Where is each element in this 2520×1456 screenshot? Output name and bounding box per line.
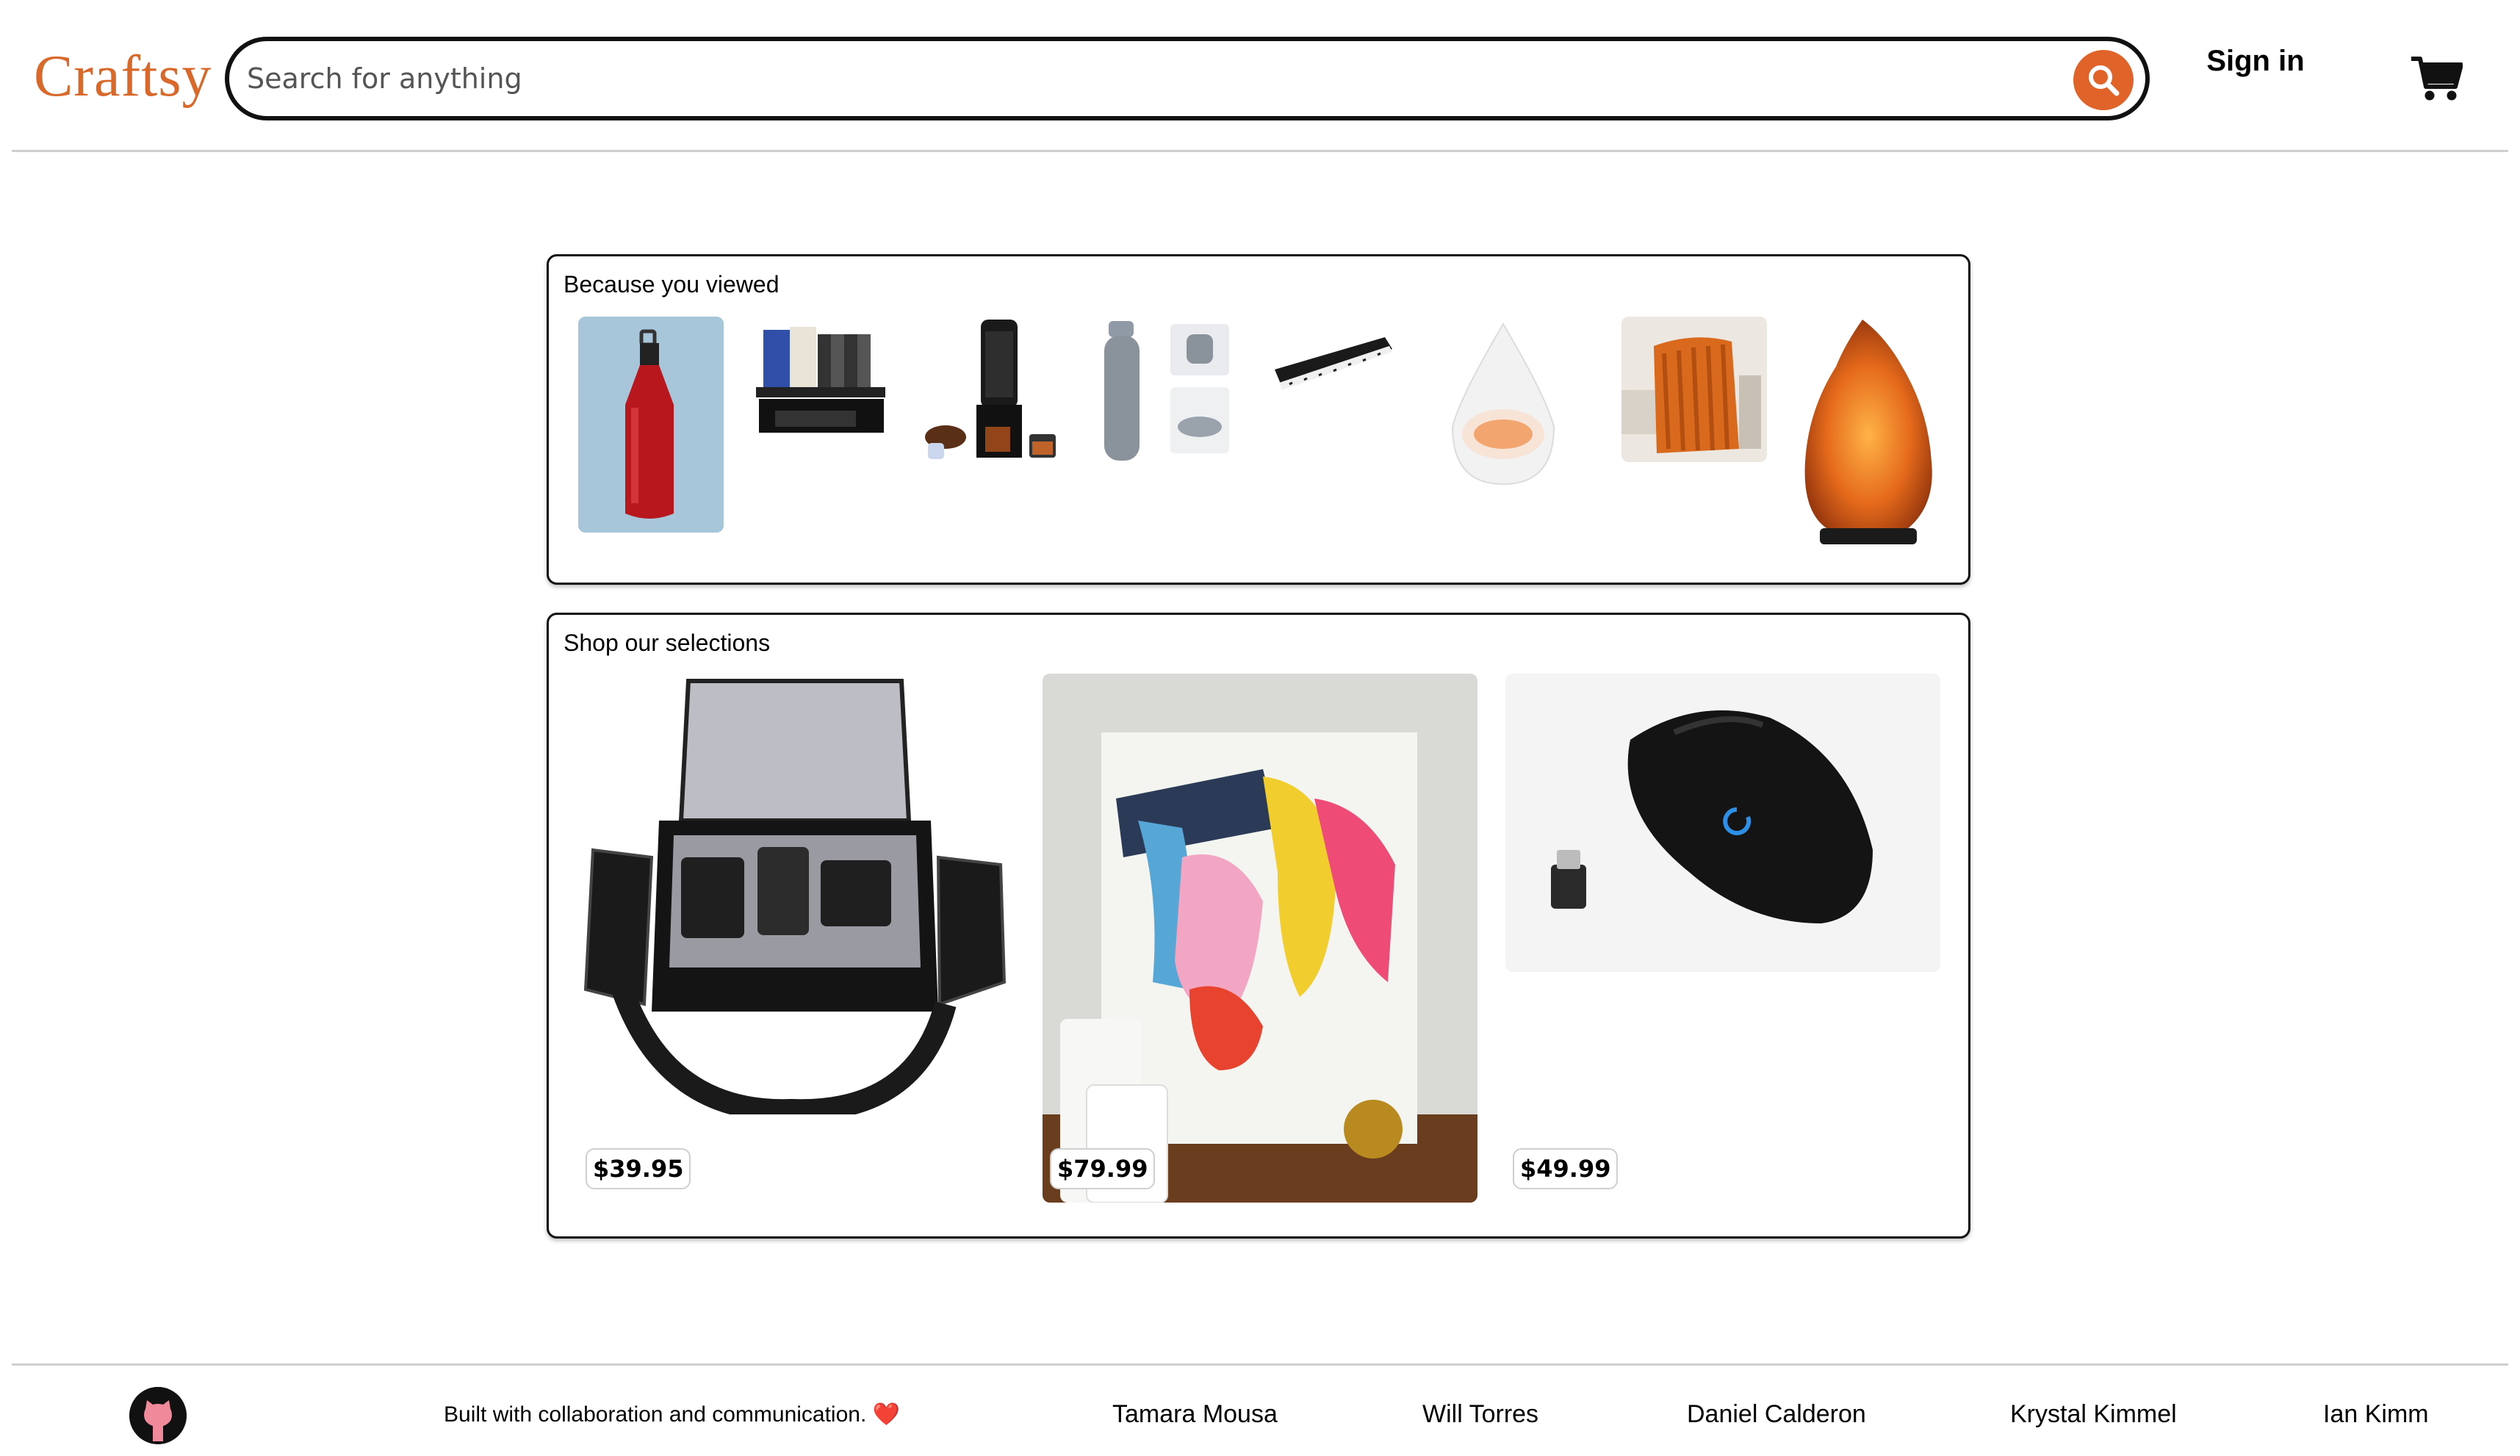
abstract-painting-image bbox=[1043, 674, 1477, 1203]
salt-lamp-image bbox=[1804, 320, 1932, 544]
footer-tagline: Built with collaboration and communicati… bbox=[444, 1402, 900, 1427]
search-input[interactable] bbox=[247, 41, 2040, 116]
gaming-mouse-image bbox=[1505, 674, 1940, 972]
search-bar bbox=[225, 37, 2150, 120]
price-tag: $79.99 bbox=[1050, 1148, 1156, 1189]
search-button[interactable] bbox=[2073, 50, 2134, 110]
price-tag: $39.95 bbox=[586, 1148, 691, 1189]
recent-item-desk-organizer[interactable] bbox=[749, 317, 894, 459]
cart-button[interactable] bbox=[2410, 54, 2463, 103]
camera-bag-image bbox=[583, 679, 1007, 1122]
selection-item-abstract-painting[interactable]: $79.99 bbox=[1043, 674, 1477, 1203]
recent-item-salt-lamp[interactable] bbox=[1792, 315, 1943, 550]
github-octocat-icon bbox=[129, 1387, 187, 1444]
recent-item-collapsible-bottle[interactable] bbox=[1090, 317, 1235, 464]
site-header: Craftsy Sign in bbox=[0, 0, 2520, 153]
recent-item-diffuser[interactable] bbox=[1430, 317, 1576, 486]
team-member-link[interactable]: Will Torres bbox=[1422, 1400, 1538, 1429]
section-title: Because you viewed bbox=[564, 271, 780, 298]
shopping-cart-icon bbox=[2411, 57, 2463, 101]
shop-our-selections-section: Shop our selections $39.95 $79.99 $49.99 bbox=[547, 613, 1970, 1239]
recent-item-espresso-maker[interactable] bbox=[919, 317, 1065, 464]
footer-divider bbox=[12, 1363, 2508, 1366]
espresso-maker-image bbox=[925, 320, 1056, 459]
github-link[interactable] bbox=[129, 1387, 187, 1444]
recent-item-orange-blanket[interactable] bbox=[1621, 317, 1767, 462]
search-icon bbox=[2089, 65, 2120, 96]
site-footer: Built with collaboration and communicati… bbox=[0, 1366, 2520, 1456]
team-member-link[interactable]: Daniel Calderon bbox=[1687, 1400, 1866, 1429]
site-logo[interactable]: Craftsy bbox=[34, 40, 212, 113]
recent-item-red-water-bottle[interactable] bbox=[578, 317, 724, 533]
price-tag: $49.99 bbox=[1513, 1148, 1619, 1189]
sign-in-button[interactable]: Sign in bbox=[2204, 44, 2307, 78]
desk-organizer-image bbox=[756, 327, 885, 433]
recent-item-digital-piano[interactable] bbox=[1260, 317, 1405, 464]
section-title: Shop our selections bbox=[564, 630, 771, 656]
header-divider bbox=[12, 150, 2508, 152]
team-member-link[interactable]: Krystal Kimmel bbox=[2010, 1400, 2177, 1429]
team-member-link[interactable]: Ian Kimm bbox=[2323, 1400, 2429, 1429]
orange-blanket-image bbox=[1621, 317, 1767, 462]
red-water-bottle-image bbox=[578, 317, 724, 533]
selection-item-camera-bag[interactable]: $39.95 bbox=[578, 674, 1013, 1203]
diffuser-image bbox=[1451, 322, 1555, 486]
selection-item-gaming-mouse[interactable]: $49.99 bbox=[1505, 674, 1940, 1203]
team-member-link[interactable]: Tamara Mousa bbox=[1112, 1400, 1278, 1429]
because-you-viewed-section: Because you viewed bbox=[547, 254, 1970, 585]
collapsible-bottle-image bbox=[1104, 321, 1229, 461]
digital-piano-image bbox=[1275, 337, 1392, 390]
